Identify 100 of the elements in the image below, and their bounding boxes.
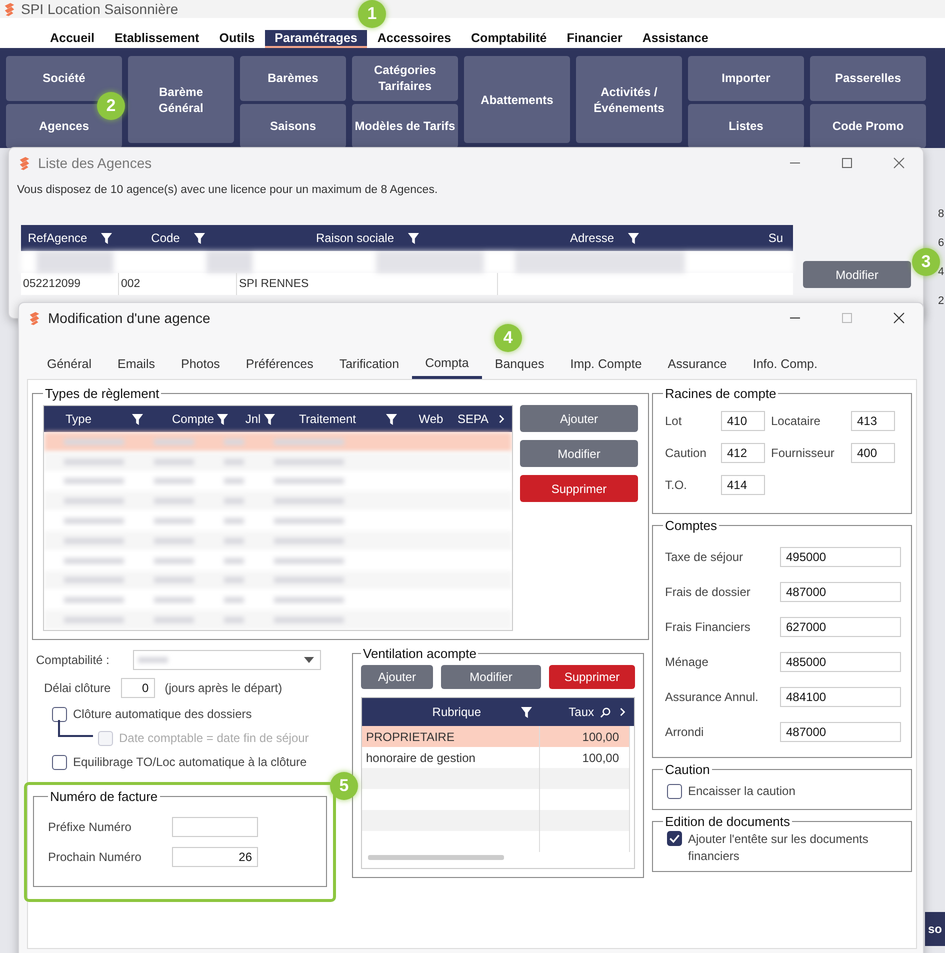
input-field[interactable]: 627000 [780, 616, 901, 636]
action-button[interactable]: Modifier [520, 440, 638, 467]
input-field[interactable]: 495000 [780, 546, 901, 566]
checkbox[interactable] [667, 784, 682, 798]
scrollbar[interactable] [368, 855, 504, 860]
filter-icon[interactable] [217, 414, 228, 424]
column-header[interactable]: Compte [172, 412, 214, 426]
input-field[interactable]: 414 [721, 475, 765, 495]
filter-icon[interactable] [101, 232, 112, 244]
column-header[interactable]: Su [768, 231, 783, 245]
chevron-icon[interactable] [498, 414, 505, 424]
column-header[interactable]: Type [65, 412, 92, 426]
column-header[interactable]: Web [418, 412, 444, 426]
ribbon-button[interactable]: Passerelles [810, 56, 926, 100]
tab[interactable]: Tarification [326, 349, 412, 379]
menu-tab[interactable]: Accessoires [367, 30, 462, 48]
input-field[interactable]: 412 [721, 443, 765, 463]
filter-icon[interactable] [264, 414, 275, 424]
ribbon-button[interactable]: Barème Général [128, 56, 234, 143]
table-cell: 052212099 [23, 278, 81, 290]
menu-tab[interactable]: Etablissement [104, 30, 210, 48]
action-button[interactable]: Modifier [441, 665, 541, 689]
input-field[interactable]: 484100 [780, 686, 901, 706]
input-field[interactable]: 487000 [780, 722, 901, 742]
filter-icon[interactable] [408, 232, 420, 244]
table-cell[interactable]: PROPRIETAIRE [366, 730, 454, 744]
input-field[interactable]: 487000 [780, 582, 901, 602]
group-title: Types de règlement [44, 386, 160, 401]
menu-tab[interactable]: Assistance [632, 30, 718, 48]
checkbox-label: Ajouter l'entête sur les documents financiers [688, 831, 870, 865]
logo-icon [17, 156, 32, 170]
tab[interactable]: Assurance [654, 349, 740, 379]
tab[interactable]: Général [34, 349, 104, 379]
filter-icon[interactable] [628, 232, 640, 244]
filter-icon[interactable] [386, 414, 397, 424]
action-button[interactable]: Supprimer [520, 475, 638, 502]
menu-tab[interactable]: Financier [556, 30, 632, 48]
table-cell[interactable]: 100,00 [582, 730, 619, 744]
ribbon-button[interactable]: Code Promo [810, 104, 926, 148]
column-header[interactable]: RefAgence [28, 231, 88, 245]
ribbon-button[interactable]: Société [6, 56, 122, 100]
column-header[interactable]: Traitement [299, 412, 356, 426]
checkbox[interactable] [52, 706, 67, 722]
column-header[interactable]: Rubrique [432, 705, 481, 719]
input-field[interactable]: 485000 [780, 652, 901, 672]
ribbon-button[interactable]: Barèmes [240, 56, 346, 100]
filter-icon[interactable] [521, 706, 532, 718]
axis-label: 4 [938, 266, 944, 278]
action-button[interactable]: Ajouter [520, 405, 638, 432]
column-header[interactable]: Taux [568, 705, 594, 719]
filter-icon[interactable] [194, 232, 205, 244]
column-header[interactable]: Jnl [245, 412, 261, 426]
filter-icon[interactable] [132, 414, 142, 424]
tab[interactable]: Imp. Compte [557, 349, 655, 379]
menu-tab[interactable]: Paramétrages [264, 30, 368, 48]
ribbon-button[interactable]: Importer [688, 56, 804, 100]
input-field[interactable] [172, 817, 258, 837]
field-label: Comptabilité : [36, 653, 110, 667]
close-icon[interactable] [893, 312, 905, 324]
input-field[interactable]: 400 [851, 443, 895, 463]
tab[interactable]: Info. Comp. [740, 349, 830, 379]
close-icon[interactable] [893, 157, 905, 169]
column-header[interactable]: Raison sociale [316, 231, 394, 245]
menu-tab[interactable]: Outils [209, 30, 265, 48]
table-cell[interactable]: 100,00 [582, 750, 619, 764]
action-button[interactable]: Ajouter [361, 665, 433, 689]
table-cell[interactable]: honoraire de gestion [366, 750, 476, 764]
action-button[interactable]: Supprimer [549, 665, 635, 689]
field-label: Assurance Annul. [665, 690, 758, 704]
menu-tab[interactable]: Accueil [40, 30, 104, 48]
input-field[interactable]: 413 [851, 411, 895, 431]
axis-label: 8 [938, 208, 944, 220]
caret-icon[interactable] [304, 657, 314, 663]
checkbox[interactable] [667, 831, 682, 846]
ribbon-button[interactable]: Catégories Tarifaires [352, 56, 458, 100]
column-header[interactable]: Adresse [570, 231, 614, 245]
ribbon-button[interactable]: Abattements [464, 56, 570, 143]
tab[interactable]: Préférences [232, 349, 326, 379]
tree-connector [57, 720, 93, 740]
tab[interactable]: Emails [104, 349, 168, 379]
tab[interactable]: Photos [168, 349, 233, 379]
ribbon-button[interactable]: Listes [688, 104, 804, 148]
modify-button[interactable]: Modifier [803, 261, 911, 288]
ribbon-button[interactable]: Saisons [240, 104, 346, 148]
tab[interactable]: Banques [482, 349, 558, 379]
input-field[interactable]: 26 [172, 847, 258, 867]
group-title: Racines de compte [664, 386, 778, 401]
dropdown-field[interactable] [133, 650, 322, 670]
chevron-icon[interactable] [619, 707, 626, 717]
search-icon[interactable] [600, 706, 611, 718]
input-field[interactable]: 410 [721, 411, 765, 431]
input-field[interactable]: 0 [120, 678, 155, 698]
ribbon-button[interactable]: Modèles de Tarifs [352, 104, 458, 148]
column-header[interactable]: SEPA [457, 412, 489, 426]
maximize-icon[interactable] [841, 157, 853, 169]
checkbox[interactable] [52, 754, 67, 770]
panel-text: so [928, 922, 942, 936]
column-header[interactable]: Code [151, 231, 180, 245]
menu-tab[interactable]: Comptabilité [461, 30, 557, 48]
ribbon-button[interactable]: Activités / Événements [576, 56, 682, 143]
